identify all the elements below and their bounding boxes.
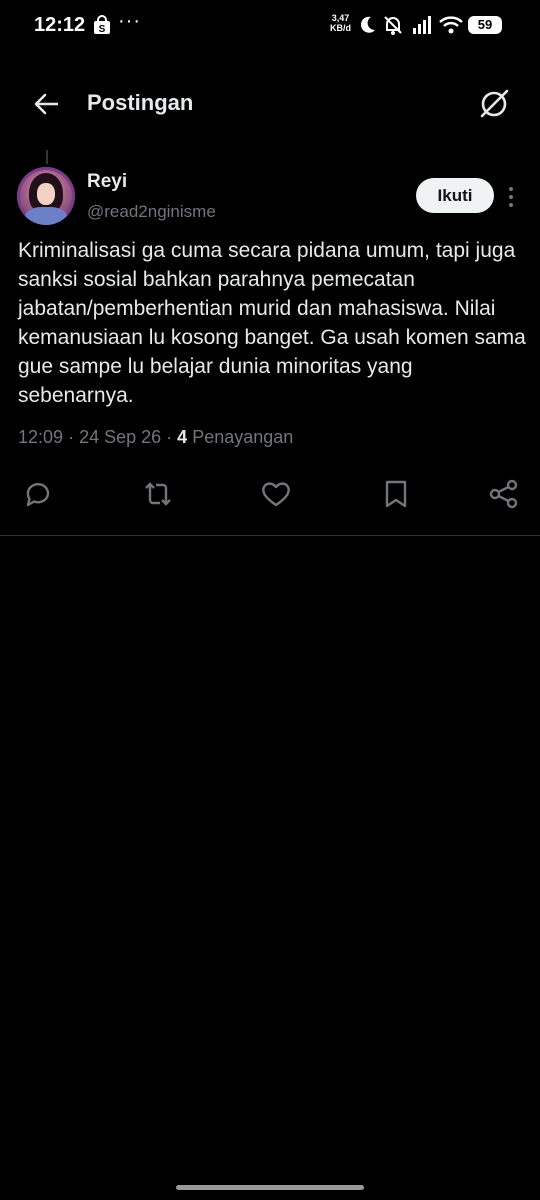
status-more-dots: ··· bbox=[118, 10, 141, 32]
status-time: 12:12 bbox=[34, 14, 86, 36]
bell-off-icon bbox=[384, 16, 402, 35]
home-indicator[interactable] bbox=[176, 1185, 364, 1190]
views-label[interactable]: Penayangan bbox=[192, 427, 293, 447]
page-title: Postingan bbox=[87, 90, 194, 115]
avatar[interactable] bbox=[17, 167, 75, 225]
wifi-icon bbox=[439, 16, 463, 34]
post-meta: 12:09 · 24 Sep 26 · 4 Penayangan bbox=[18, 427, 294, 447]
post-text: Kriminalisasi ga cuma secara pidana umum… bbox=[18, 239, 526, 407]
svg-text:S: S bbox=[99, 24, 106, 35]
moon-icon bbox=[360, 16, 375, 33]
post-date: 24 Sep 26 bbox=[79, 427, 162, 447]
action-bar bbox=[0, 476, 540, 516]
post-time: 12:09 bbox=[18, 427, 64, 447]
more-options-icon[interactable] bbox=[505, 183, 517, 211]
shopping-bag-icon: S bbox=[94, 15, 110, 35]
share-icon[interactable] bbox=[486, 476, 522, 512]
network-speed-unit: KB/d bbox=[330, 23, 351, 33]
like-icon[interactable] bbox=[258, 476, 294, 512]
signal-icon bbox=[413, 16, 431, 34]
views-count[interactable]: 4 bbox=[177, 427, 187, 447]
network-speed: 3,47 KB/d bbox=[330, 13, 351, 33]
status-bar: 12:12 S ··· 3,47 KB/d 59 bbox=[0, 0, 540, 56]
divider bbox=[0, 535, 540, 536]
battery-icon: 59 bbox=[468, 16, 502, 34]
thread-line bbox=[46, 150, 48, 164]
repost-icon[interactable] bbox=[140, 476, 176, 512]
author-handle[interactable]: @read2nginisme bbox=[87, 202, 216, 222]
network-speed-value: 3,47 bbox=[331, 13, 350, 23]
app-bar: Postingan bbox=[0, 60, 540, 150]
grok-icon[interactable] bbox=[474, 84, 514, 124]
author-name[interactable]: Reyi bbox=[87, 171, 127, 193]
reply-icon[interactable] bbox=[20, 476, 56, 512]
follow-button[interactable]: Ikuti bbox=[416, 178, 494, 213]
bookmark-icon[interactable] bbox=[378, 476, 414, 512]
arrow-left-icon[interactable] bbox=[28, 86, 64, 122]
